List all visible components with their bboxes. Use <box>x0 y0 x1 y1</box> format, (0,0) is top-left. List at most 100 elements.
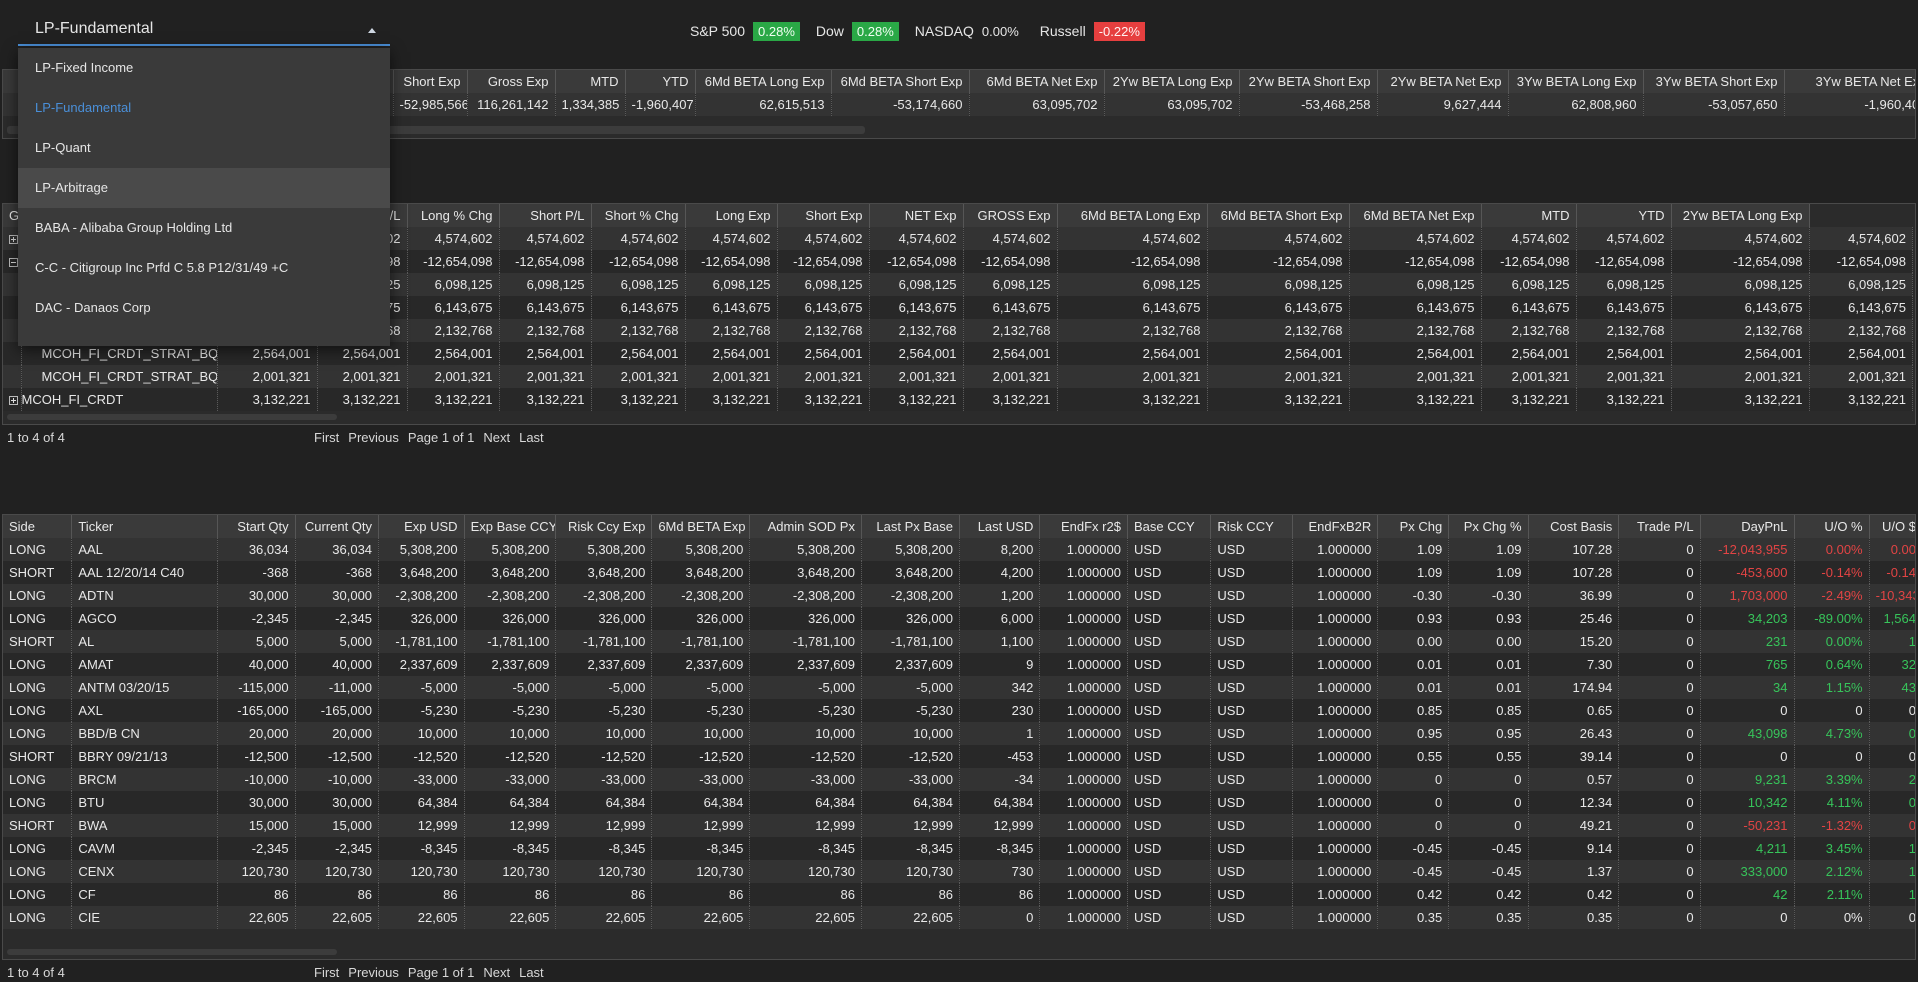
table-row[interactable]: SHORT AAL 12/20/14 C40 -368 -368 3,648,200 3,… <box>3 561 1915 584</box>
column-header[interactable]: Long Exp <box>685 204 778 227</box>
table-row[interactable]: LONG CENX 120,730 120,730 120,730 120,730 120,… <box>3 860 1915 883</box>
table-row[interactable]: LONG CF 86 86 86 86 86 86 86 86 86 1.000000 USD USD 1.… <box>3 883 1915 906</box>
column-header[interactable]: 3Yw BETA Net Exp <box>1784 70 1915 93</box>
pager-next-link[interactable]: Next <box>483 965 510 980</box>
column-header[interactable]: MTD <box>1481 204 1577 227</box>
pager-last-link[interactable]: Last <box>519 430 544 445</box>
tree-toggle-cell[interactable] <box>3 365 22 388</box>
table-row[interactable]: LONG ANTM 03/20/15 -115,000 -11,000 -5,000 -5… <box>3 676 1915 699</box>
column-header[interactable]: Side <box>3 515 73 538</box>
column-header[interactable]: Px Chg <box>1377 515 1450 538</box>
column-header[interactable]: 6Md BETA Long Exp <box>695 70 832 93</box>
strategy-name: MCOH_FI_CRDT_STRAT_BQ3 <box>21 365 218 388</box>
table-row[interactable]: SHORT BWA 15,000 15,000 12,999 12,999 12,999 12… <box>3 814 1915 837</box>
column-header[interactable]: YTD <box>625 70 696 93</box>
column-header[interactable]: Short Exp <box>777 204 870 227</box>
column-header[interactable]: YTD <box>1576 204 1672 227</box>
column-header[interactable]: 6Md BETA Net Exp <box>969 70 1105 93</box>
column-header[interactable]: U/O $ <box>1869 515 1915 538</box>
table-row[interactable]: LONG BRCM -10,000 -10,000 -33,000 -33,000 -33,… <box>3 768 1915 791</box>
column-header[interactable]: NET Exp <box>869 204 964 227</box>
table-cell: -12,520 <box>749 745 862 768</box>
table-cell: USD <box>1210 607 1293 630</box>
column-header[interactable]: Long % Chg <box>407 204 500 227</box>
table-row[interactable]: LONG BBD/B CN 20,000 20,000 10,000 10,000 10,0… <box>3 722 1915 745</box>
column-header[interactable]: Last USD <box>959 515 1041 538</box>
column-header[interactable]: Risk Ccy Exp <box>555 515 653 538</box>
column-header[interactable]: Exp USD <box>378 515 465 538</box>
dropdown-option[interactable]: C-C - Citigroup Inc Prfd C 5.8 P12/31/49… <box>18 248 390 288</box>
dropdown-option[interactable]: LP-Arbitrage <box>18 168 390 208</box>
column-header[interactable]: EndFxB2R <box>1292 515 1379 538</box>
column-header[interactable]: 3Yw BETA Short Exp <box>1643 70 1785 93</box>
pager-next-link[interactable]: Next <box>483 430 510 445</box>
table-row[interactable]: SHORT AL 5,000 5,000 -1,781,100 -1,781,100 -1,… <box>3 630 1915 653</box>
table-row[interactable]: LONG ADTN 30,000 30,000 -2,308,200 -2,308,200… <box>3 584 1915 607</box>
column-header[interactable]: Current Qty <box>295 515 380 538</box>
table-cell: 3.45% <box>1794 837 1870 860</box>
column-header[interactable]: Trade P/L <box>1618 515 1701 538</box>
column-header[interactable]: Admin SOD Px <box>749 515 862 538</box>
table-row[interactable]: LONG CIE 22,605 22,605 22,605 22,605 22,605 22,… <box>3 906 1915 929</box>
tree-toggle-cell[interactable] <box>3 388 22 411</box>
column-header[interactable]: MTD <box>555 70 626 93</box>
column-header[interactable]: U/O % <box>1794 515 1870 538</box>
table-cell: -12,654,098 <box>591 250 686 273</box>
positions-horizontal-scrollbar[interactable] <box>7 949 337 955</box>
column-header[interactable]: 2Yw BETA Long Exp <box>1104 70 1240 93</box>
table-row[interactable]: LONG AGCO -2,345 -2,345 326,000 326,000 326,00… <box>3 607 1915 630</box>
column-header[interactable]: Gross Exp <box>467 70 556 93</box>
column-header[interactable]: Short P/L <box>499 204 592 227</box>
dropdown-option[interactable]: LP-Fundamental <box>18 88 390 128</box>
column-header[interactable]: 6Md BETA Short Exp <box>831 70 970 93</box>
column-header[interactable]: 6Md BETA Short Exp <box>1207 204 1350 227</box>
column-header[interactable]: 2Yw BETA Short Exp <box>1239 70 1378 93</box>
table-cell: 0 <box>1618 630 1701 653</box>
table-row[interactable]: MCOH_FI_CRDT_STRAT_BQ3 2,001,321 2,001,321… <box>3 365 1913 388</box>
column-header[interactable]: Last Px Base <box>861 515 961 538</box>
expand-icon[interactable] <box>9 235 18 245</box>
table-row[interactable]: LONG AAL 36,034 36,034 5,308,200 5,308,200 5,3… <box>3 538 1915 561</box>
column-header[interactable]: 6Md BETA Long Exp <box>1057 204 1208 227</box>
table-row[interactable]: SHORT BBRY 09/21/13 -12,500 -12,500 -12,520-… <box>3 745 1915 768</box>
pager-first-link[interactable]: First <box>314 430 339 445</box>
strategy-selector[interactable]: LP-Fundamental <box>18 16 390 46</box>
column-header[interactable]: Short % Chg <box>591 204 686 227</box>
table-row[interactable]: LONG AMAT 40,000 40,000 2,337,609 2,337,609 2,… <box>3 653 1915 676</box>
column-header[interactable]: EndFx r2$ <box>1039 515 1128 538</box>
column-header[interactable]: 2Yw BETA Long Exp <box>1671 204 1810 227</box>
column-header[interactable]: 3Yw BETA Long Exp <box>1508 70 1644 93</box>
caret-up-icon[interactable] <box>368 28 376 33</box>
column-header[interactable]: 6Md BETA Exp <box>651 515 751 538</box>
collapse-icon[interactable] <box>9 258 18 268</box>
table-row[interactable]: LONG AXL -165,000 -165,000 -5,230 -5,230 -5,23… <box>3 699 1915 722</box>
column-header[interactable]: Base CCY <box>1127 515 1212 538</box>
column-header[interactable]: 2Yw BETA Net Exp <box>1377 70 1509 93</box>
dropdown-option[interactable]: DAC - Danaos Corp <box>18 288 390 328</box>
column-header[interactable]: DayPnL <box>1700 515 1795 538</box>
table-cell: LONG <box>3 699 73 722</box>
column-header[interactable]: Px Chg % <box>1448 515 1529 538</box>
column-header[interactable]: GROSS Exp <box>963 204 1058 227</box>
table-row[interactable]: LONG BTU 30,000 30,000 64,384 64,384 64,384 64,… <box>3 791 1915 814</box>
pager-last-link[interactable]: Last <box>519 965 544 980</box>
dropdown-option[interactable]: LP-Quant <box>18 128 390 168</box>
column-header[interactable]: Exp Base CCY <box>464 515 557 538</box>
strategy-horizontal-scrollbar[interactable] <box>7 414 337 420</box>
pager-previous-link[interactable]: Previous <box>348 965 399 980</box>
expand-icon[interactable] <box>9 396 18 406</box>
table-row[interactable]: MCOH_FI_CRDT 3,132,221 3,132,221 3,132,221 3… <box>3 388 1913 411</box>
column-header[interactable]: Short Exp <box>393 70 468 93</box>
dropdown-option[interactable]: BABA - Alibaba Group Holding Ltd <box>18 208 390 248</box>
table-cell: 4,574,602 <box>963 227 1058 250</box>
column-header[interactable]: 6Md BETA Net Exp <box>1349 204 1482 227</box>
pager-first-link[interactable]: First <box>314 965 339 980</box>
table-row[interactable]: LONG CAVM -2,345 -2,345 -8,345 -8,345 -8,345 -8… <box>3 837 1915 860</box>
pager-previous-link[interactable]: Previous <box>348 430 399 445</box>
column-header[interactable]: Risk CCY <box>1210 515 1293 538</box>
table-cell: 34,203 <box>1700 607 1795 630</box>
dropdown-option[interactable]: LP-Fixed Income <box>18 48 390 88</box>
column-header[interactable]: Cost Basis <box>1528 515 1620 538</box>
column-header[interactable]: Ticker <box>71 515 219 538</box>
column-header[interactable]: Start Qty <box>217 515 296 538</box>
